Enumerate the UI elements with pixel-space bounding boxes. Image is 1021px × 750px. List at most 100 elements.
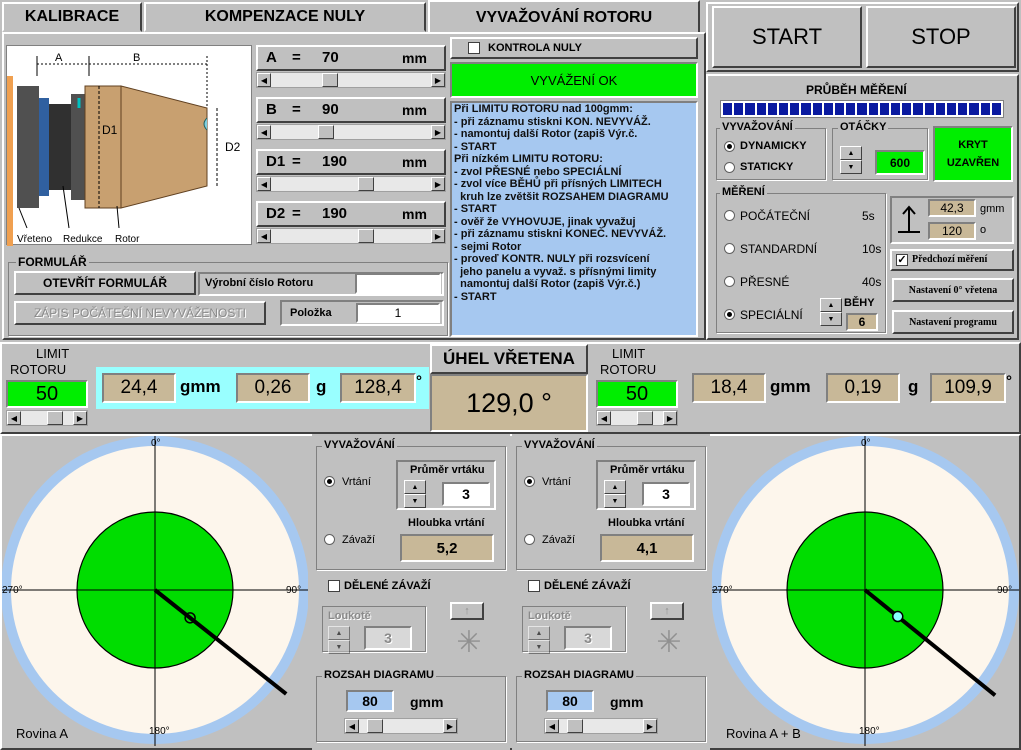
serial-input[interactable] <box>355 273 441 294</box>
radio-mereni[interactable] <box>724 276 735 287</box>
radio-mereni[interactable] <box>724 243 735 254</box>
rozsah-value: 80 <box>546 690 594 712</box>
instruction-line: - ověř že VYHOVUJE, jinak vyvažuj <box>454 215 636 228</box>
otacky-spinner[interactable]: ▲ ▼ <box>840 146 862 176</box>
delene-checkbox[interactable] <box>328 580 340 592</box>
zavazi-label: Závaží <box>342 534 376 546</box>
limit-label-left-1: LIMIT <box>36 346 70 361</box>
rozsah-value: 80 <box>346 690 394 712</box>
rozsah-title: ROZSAH DIAGRAMU <box>322 669 436 681</box>
prumer-spinner[interactable]: ▲ ▼ <box>404 480 426 510</box>
nastaveni-vretena-button[interactable]: Nastavení 0° vřetena <box>892 278 1014 302</box>
rozsah-slider[interactable]: ◀ ▶ <box>344 718 458 734</box>
radio-mereni[interactable] <box>724 210 735 221</box>
radio-zavazi[interactable] <box>324 534 335 545</box>
prumer-spinner[interactable]: ▲ ▼ <box>604 480 626 510</box>
tab-kompenzace-nuly[interactable]: KOMPENZACE NULY <box>144 2 426 32</box>
up-arrow-button[interactable]: ↑ <box>650 602 684 620</box>
serial-label: Výrobní číslo Rotoru <box>205 277 314 289</box>
unbalance-marker <box>892 610 904 623</box>
param-slider[interactable]: ◀ ▶ <box>256 176 446 192</box>
limit-scroll-right[interactable]: ◀ ▶ <box>596 410 678 426</box>
progress-segment <box>835 103 845 115</box>
polar-90-label: 90° <box>997 585 1013 596</box>
kryt-indicator: KRYT UZAVŘEN <box>933 126 1013 182</box>
instruction-line: jeho panelu a vyvaž. s přísnými limity <box>454 265 657 278</box>
behy-label: BĚHY <box>844 297 875 309</box>
loukote-spinner[interactable]: ▲ ▼ <box>328 626 350 656</box>
param-unit: mm <box>402 102 427 118</box>
radio-mereni[interactable] <box>724 309 735 320</box>
delene-label: DĚLENÉ ZÁVAŽÍ <box>544 580 631 592</box>
button-label: ZÁPIS POČÁTEČNÍ NEVYVÁŽENOSTI <box>33 306 247 320</box>
progress-segment <box>947 103 957 115</box>
predchozi-checkbox[interactable]: ✓ <box>896 254 908 266</box>
panel-vyv-title: VYVAŽOVÁNÍ <box>522 439 597 451</box>
left-g-value: 0,26 <box>236 373 310 403</box>
start-button[interactable]: START <box>712 6 862 68</box>
dim-a: A <box>55 52 63 64</box>
polozka-label: Položka <box>290 307 332 319</box>
limit-label-right-1: LIMIT <box>612 346 646 361</box>
mereni-label: SPECIÁLNÍ <box>740 308 803 322</box>
rozsah-slider[interactable]: ◀ ▶ <box>544 718 658 734</box>
progress-segment <box>734 103 744 115</box>
mereni-time: 40s <box>862 275 882 289</box>
tab-label: VYVAŽOVÁNÍ ROTORU <box>475 9 653 26</box>
tab-kalibrace[interactable]: KALIBRACE <box>2 2 142 32</box>
limit-scroll-left[interactable]: ◀ ▶ <box>6 410 88 426</box>
polar-180-label: 180° <box>149 726 170 737</box>
param-slider[interactable]: ◀ ▶ <box>256 72 446 88</box>
sunburst-icon: ✳ <box>456 626 482 659</box>
kontrola-checkbox[interactable] <box>468 42 480 54</box>
progress-segment <box>723 103 733 115</box>
left-g-unit: g <box>316 377 327 396</box>
vrtani-label: Vrtání <box>342 476 371 488</box>
kryt-line2: UZAVŘEN <box>946 157 1000 169</box>
progress-segment <box>756 103 766 115</box>
mereni-label: STANDARDNÍ <box>740 242 818 256</box>
tilt-gmm-value: 42,3 <box>928 199 976 217</box>
otacky-value: 600 <box>875 150 925 175</box>
nastaveni-programu-button[interactable]: Nastavení programu <box>892 310 1014 334</box>
prumer-label: Průměr vrtáku <box>410 464 485 476</box>
uhel-label-text: ÚHEL VŘETENA <box>443 349 575 368</box>
zapis-button[interactable]: ZÁPIS POČÁTEČNÍ NEVYVÁŽENOSTI <box>14 301 266 325</box>
loukote-value: 3 <box>364 626 412 650</box>
tab-vyvazovani-rotoru[interactable]: VYVAŽOVÁNÍ ROTORU <box>428 0 700 34</box>
progress-segment <box>745 103 755 115</box>
button-label: STOP <box>911 24 971 49</box>
param-eq: = <box>292 101 301 118</box>
instruction-line: - při záznamu stiskni KONEČ. NEVYVÁŽ. <box>454 228 667 240</box>
kryt-line1: KRYT <box>958 139 988 151</box>
radio-zavazi[interactable] <box>524 534 535 545</box>
loukote-spinner[interactable]: ▲ ▼ <box>528 626 550 656</box>
radio-vrtani[interactable] <box>524 476 535 487</box>
instruction-line: - proveď KONTR. NULY při rozsvícení <box>454 253 650 265</box>
param-slider[interactable]: ◀ ▶ <box>256 124 446 140</box>
behy-spinner[interactable]: ▲ ▼ <box>820 298 842 328</box>
polozka-input[interactable]: 1 <box>356 303 440 323</box>
mereni-label: POČÁTEČNÍ <box>740 209 811 223</box>
tab-label: KALIBRACE <box>24 8 120 25</box>
radio-vrtani[interactable] <box>324 476 335 487</box>
button-label: Nastavení programu <box>909 316 997 328</box>
progress-segment <box>935 103 946 115</box>
hloubka-label: Hloubka vrtání <box>408 517 485 529</box>
param-eq: = <box>292 205 301 222</box>
param-slider[interactable]: ◀ ▶ <box>256 228 446 244</box>
delene-checkbox[interactable] <box>528 580 540 592</box>
button-label: Nastavení 0° vřetena <box>908 284 998 296</box>
polar-svg <box>1 436 309 746</box>
progress-bar <box>720 100 1004 118</box>
otevrit-formular-button[interactable]: OTEVŘÍT FORMULÁŘ <box>14 271 196 295</box>
zavazi-label: Závaží <box>542 534 576 546</box>
radio-dynamicky[interactable] <box>724 141 735 152</box>
up-arrow-button[interactable]: ↑ <box>450 602 484 620</box>
polar-name: Rovina A + B <box>726 726 801 741</box>
stop-button[interactable]: STOP <box>866 6 1016 68</box>
mereni-label: PŘESNÉ <box>740 275 790 289</box>
formular-title: FORMULÁŘ <box>16 255 89 269</box>
mereni-time: 10s <box>862 242 882 256</box>
radio-staticky[interactable] <box>724 162 735 173</box>
